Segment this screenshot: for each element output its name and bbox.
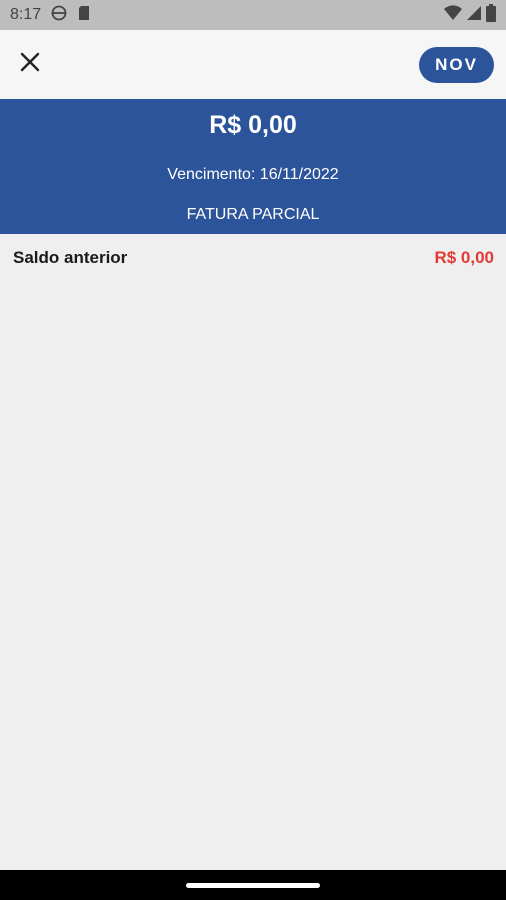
- sim-card-icon: [77, 5, 91, 26]
- wifi-icon: [444, 4, 462, 26]
- home-indicator[interactable]: [186, 883, 320, 888]
- due-date: Vencimento: 16/11/2022: [167, 166, 339, 183]
- cell-signal-icon: [466, 5, 482, 26]
- battery-icon: [486, 3, 496, 27]
- status-bar: 8:17: [0, 0, 506, 30]
- row-label: Saldo anterior: [13, 248, 128, 267]
- status-time: 8:17: [10, 6, 42, 23]
- close-button[interactable]: [18, 52, 42, 77]
- globe-crossed-icon: [51, 5, 67, 26]
- list-item: Saldo anterior R$ 0,00: [0, 234, 506, 282]
- top-app-bar: NOV: [0, 30, 506, 99]
- nov-button[interactable]: NOV: [419, 46, 494, 83]
- row-value: R$ 0,00: [434, 248, 494, 267]
- system-nav-bar: [0, 870, 506, 900]
- invoice-status: FATURA PARCIAL: [186, 206, 320, 223]
- invoice-amount: R$ 0,00: [209, 111, 297, 139]
- close-icon: [20, 52, 40, 77]
- invoice-header: R$ 0,00 Vencimento: 16/11/2022 FATURA PA…: [0, 99, 506, 234]
